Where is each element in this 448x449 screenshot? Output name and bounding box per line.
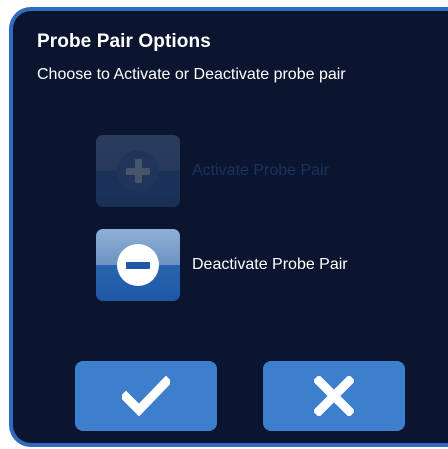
screen: Probe Pair Options Choose to Activate or…: [0, 0, 448, 449]
probe-pair-options-dialog: Probe Pair Options Choose to Activate or…: [9, 7, 448, 447]
x-icon: [314, 376, 354, 416]
activate-label: Activate Probe Pair: [192, 162, 329, 179]
minus-circle-icon: [117, 244, 159, 286]
checkmark-icon: [122, 376, 170, 416]
activate-button[interactable]: [96, 135, 180, 207]
deactivate-probe-pair-option[interactable]: Deactivate Probe Pair: [96, 228, 348, 302]
activate-probe-pair-option[interactable]: Activate Probe Pair: [96, 134, 329, 208]
cancel-button[interactable]: [263, 361, 405, 431]
dialog-subtitle: Choose to Activate or Deactivate probe p…: [37, 66, 346, 83]
plus-circle-icon: [117, 150, 159, 192]
dialog-title: Probe Pair Options: [37, 31, 211, 52]
deactivate-button[interactable]: [96, 229, 180, 301]
deactivate-label: Deactivate Probe Pair: [192, 256, 348, 273]
confirm-button[interactable]: [75, 361, 217, 431]
